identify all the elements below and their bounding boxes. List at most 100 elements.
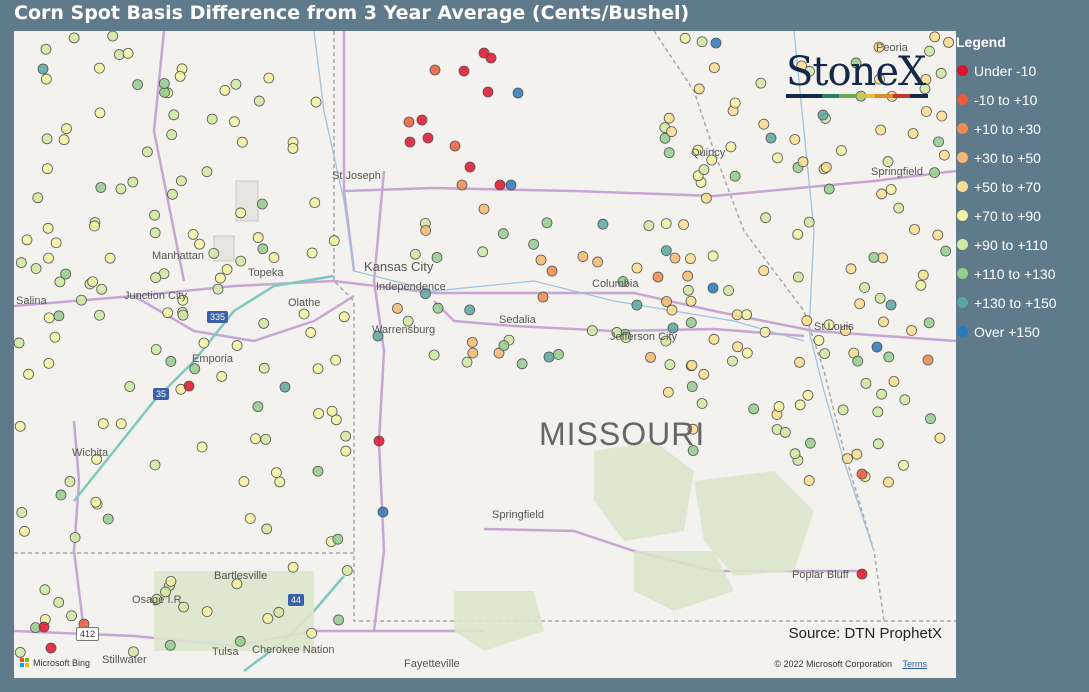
basis-point[interactable] (700, 192, 712, 204)
basis-point[interactable] (577, 251, 589, 262)
basis-point[interactable] (943, 36, 954, 48)
basis-point[interactable] (404, 136, 416, 148)
basis-point[interactable] (377, 506, 389, 518)
basis-point[interactable] (333, 614, 344, 626)
basis-point[interactable] (660, 245, 672, 256)
terms-link[interactable]: Terms (903, 659, 928, 669)
basis-point[interactable] (885, 184, 897, 195)
basis-point[interactable] (708, 333, 720, 345)
basis-point[interactable] (340, 430, 352, 442)
basis-point[interactable] (696, 36, 708, 48)
basis-point[interactable] (60, 268, 72, 280)
basis-point[interactable] (801, 315, 813, 327)
basis-point[interactable] (271, 467, 282, 479)
basis-point[interactable] (201, 166, 213, 178)
basis-point[interactable] (32, 192, 44, 204)
basis-point[interactable] (841, 453, 853, 465)
basis-point[interactable] (467, 347, 479, 359)
basis-point[interactable] (915, 279, 927, 291)
basis-point[interactable] (166, 129, 178, 141)
basis-point[interactable] (698, 368, 710, 380)
basis-point[interactable] (898, 459, 909, 471)
basis-point[interactable] (340, 445, 352, 457)
basis-point[interactable] (429, 64, 441, 76)
basis-point[interactable] (258, 362, 270, 374)
legend-item[interactable]: +130 to +150 (956, 288, 1086, 317)
basis-point[interactable] (23, 368, 34, 380)
basis-point[interactable] (149, 227, 161, 239)
basis-point[interactable] (330, 354, 342, 366)
basis-point[interactable] (819, 348, 831, 360)
basis-point[interactable] (141, 146, 153, 158)
basis-point[interactable] (909, 224, 920, 235)
basis-point[interactable] (76, 294, 87, 306)
basis-point[interactable] (279, 381, 291, 393)
basis-point[interactable] (256, 198, 268, 210)
basis-point[interactable] (94, 107, 106, 119)
basis-point[interactable] (87, 276, 99, 288)
basis-point[interactable] (553, 349, 564, 360)
basis-point[interactable] (310, 96, 322, 108)
basis-point[interactable] (175, 175, 187, 187)
basis-point[interactable] (94, 62, 105, 74)
basis-point[interactable] (528, 238, 540, 250)
basis-point[interactable] (420, 225, 432, 236)
legend-item[interactable]: +110 to +130 (956, 259, 1086, 288)
basis-point[interactable] (871, 341, 883, 353)
basis-point[interactable] (95, 182, 107, 193)
basis-point[interactable] (55, 489, 67, 501)
basis-point[interactable] (104, 252, 116, 264)
basis-point[interactable] (257, 243, 269, 255)
basis-point[interactable] (373, 435, 385, 447)
basis-point[interactable] (341, 565, 353, 576)
basis-point[interactable] (422, 132, 434, 144)
basis-point[interactable] (851, 448, 863, 460)
basis-point[interactable] (732, 341, 744, 353)
basis-point[interactable] (906, 325, 917, 336)
basis-point[interactable] (876, 188, 888, 200)
basis-point[interactable] (236, 136, 248, 148)
basis-point[interactable] (797, 156, 809, 168)
basis-point[interactable] (772, 152, 783, 164)
basis-point[interactable] (875, 124, 887, 136)
legend-item[interactable]: Under -10 (956, 56, 1086, 85)
basis-point[interactable] (631, 262, 643, 274)
basis-point[interactable] (66, 610, 77, 622)
basis-point[interactable] (432, 302, 444, 314)
basis-point[interactable] (14, 420, 26, 432)
basis-point[interactable] (61, 123, 72, 135)
basis-point[interactable] (235, 207, 247, 219)
basis-point[interactable] (298, 308, 310, 320)
basis-point[interactable] (212, 283, 224, 295)
basis-point[interactable] (338, 311, 350, 323)
basis-point[interactable] (592, 256, 604, 268)
basis-point[interactable] (127, 176, 139, 188)
basis-point[interactable] (221, 264, 233, 275)
basis-point[interactable] (845, 263, 857, 275)
basis-point[interactable] (661, 296, 672, 307)
basis-point[interactable] (167, 188, 178, 200)
basis-point[interactable] (663, 147, 675, 159)
basis-point[interactable] (731, 309, 743, 321)
basis-point[interactable] (741, 347, 753, 359)
basis-point[interactable] (428, 349, 440, 361)
basis-point[interactable] (729, 170, 741, 182)
basis-point[interactable] (58, 134, 70, 146)
basis-point[interactable] (803, 475, 815, 486)
basis-point[interactable] (90, 496, 102, 508)
basis-point[interactable] (888, 375, 900, 387)
basis-point[interactable] (14, 337, 25, 349)
basis-point[interactable] (535, 254, 547, 266)
basis-point[interactable] (693, 83, 705, 95)
basis-point[interactable] (238, 476, 250, 487)
basis-point[interactable] (332, 533, 344, 545)
basis-point[interactable] (662, 386, 674, 398)
basis-point[interactable] (922, 354, 934, 366)
basis-point[interactable] (45, 642, 57, 654)
basis-point[interactable] (260, 433, 272, 445)
basis-point[interactable] (755, 77, 767, 89)
basis-point[interactable] (89, 220, 100, 232)
basis-point[interactable] (305, 327, 317, 338)
basis-point[interactable] (326, 405, 338, 417)
basis-point[interactable] (214, 272, 226, 284)
